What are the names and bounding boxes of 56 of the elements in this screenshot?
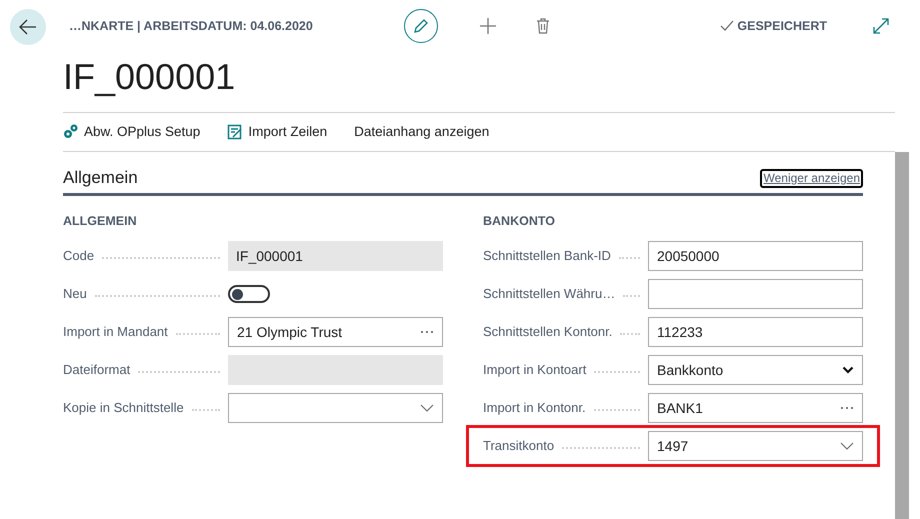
edit-button[interactable] [404, 9, 438, 43]
field-label: Kopie in Schnittstelle [63, 399, 184, 418]
page-title: IF_000001 [63, 55, 236, 99]
add-button[interactable] [478, 16, 498, 36]
back-button[interactable] [10, 9, 46, 45]
dropdown-field[interactable] [228, 393, 443, 423]
field-label: Dateiformat [63, 361, 130, 380]
chevron-down-icon [842, 366, 854, 374]
plus-icon [479, 17, 497, 35]
back-arrow-icon [19, 19, 37, 35]
save-status: GESPEICHERT [737, 18, 827, 35]
field-label: Import in Kontoart [483, 361, 586, 380]
chevron-down-icon [420, 404, 434, 412]
edit-list-icon [227, 124, 244, 140]
group-title: ALLGEMEIN [63, 213, 138, 230]
field-value: 112233 [657, 322, 703, 342]
show-less-link[interactable]: Weniger anzeigen [760, 169, 863, 188]
lookup-field[interactable]: 21 Olympic Trust [228, 317, 443, 347]
chevron-down-icon [840, 442, 854, 450]
action-button[interactable]: Abw. OPplus Setup [63, 122, 200, 142]
more-icon[interactable] [840, 406, 854, 410]
input-field[interactable]: 112233 [648, 317, 863, 347]
pencil-icon [413, 18, 429, 34]
expand-button[interactable] [872, 17, 890, 35]
field-value: Bankkonto [657, 360, 724, 380]
select-field[interactable]: Bankkonto [648, 355, 863, 385]
field-label: Transitkonto [483, 437, 554, 456]
input-field[interactable]: 20050000 [648, 241, 863, 271]
more-icon[interactable] [420, 330, 434, 334]
trash-icon [536, 18, 550, 34]
expand-icon [873, 18, 889, 34]
section-title: Allgemein [63, 166, 138, 188]
lookup-field[interactable]: BANK1 [648, 393, 863, 423]
group-title: BANKONTO [483, 213, 556, 230]
input-field[interactable] [648, 279, 863, 309]
field-label: Schnittstellen Kontonr. [483, 323, 612, 342]
action-button[interactable]: Import Zeilen [227, 122, 328, 142]
field-value: IF_000001 [236, 246, 303, 266]
field-label: Code [63, 247, 94, 266]
field-label: Schnittstellen Währu… [483, 285, 616, 304]
dropdown-field[interactable]: 1497 [648, 431, 863, 461]
field-value: 1497 [657, 436, 688, 456]
action-button[interactable]: Dateianhang anzeigen [354, 122, 490, 142]
field-value: BANK1 [657, 398, 703, 418]
toggle-switch[interactable] [228, 285, 270, 303]
breadcrumb: …NKARTE | ARBEITSDATUM: 04.06.2020 [69, 18, 314, 35]
field-label: Schnittstellen Bank-ID [483, 247, 611, 266]
field-value: 20050000 [657, 246, 720, 266]
field-label: Import in Mandant [63, 323, 168, 342]
delete-button[interactable] [535, 16, 551, 36]
field-value: 21 Olympic Trust [237, 322, 342, 342]
check-icon [720, 20, 734, 32]
field-label: Neu [63, 285, 87, 304]
field-label: Import in Kontonr. [483, 399, 586, 418]
scrollbar[interactable] [895, 152, 909, 519]
gears-icon [63, 124, 79, 140]
